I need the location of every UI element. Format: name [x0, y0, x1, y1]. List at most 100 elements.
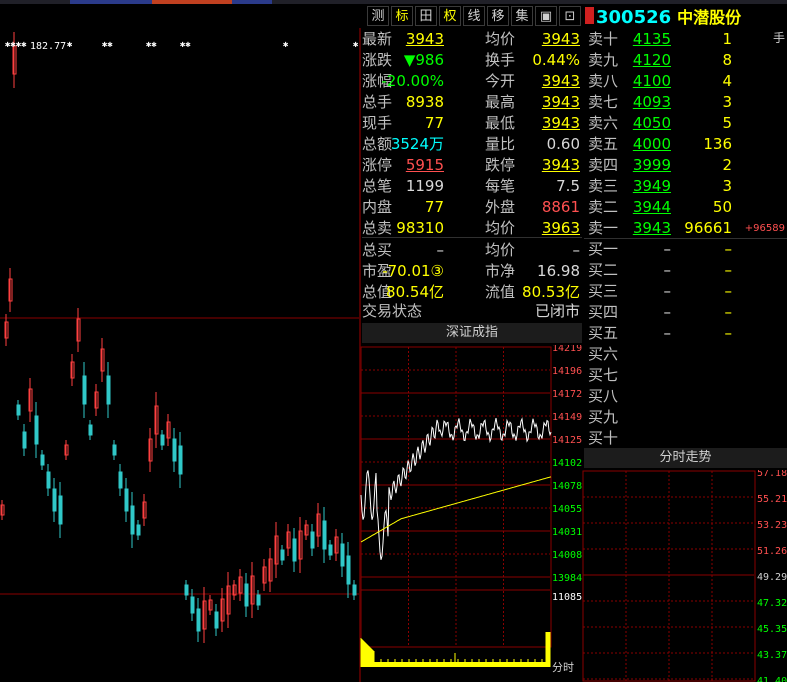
index-y-label: 14055 [552, 504, 582, 515]
quote-label: 最低 [485, 114, 516, 132]
kline-candle-body [130, 505, 135, 535]
index-y-label: 14031 [552, 527, 582, 538]
quote-value: 98310 [396, 219, 444, 237]
quote-label: 总卖 [362, 219, 393, 237]
orderbook-row: 卖十 4135 1 [588, 29, 787, 50]
toolbar-button-6[interactable]: 集 [511, 6, 533, 26]
orderbook-price: – [663, 240, 672, 258]
kline-candle-body [22, 431, 27, 449]
orderbook-row: 卖七 4093 3 [588, 92, 787, 113]
orderbook-row: 买四 – – [588, 302, 787, 323]
quote-label: 现手 [362, 114, 393, 132]
kline-candle-body [214, 611, 219, 629]
quote-row: 内盘 77 外盘 8861 [362, 197, 582, 218]
kline-candle-body [184, 584, 189, 596]
index-volume-label: 11085 [552, 592, 582, 603]
quote-label: 量比 [485, 135, 516, 153]
toolbar-button-8[interactable]: ⊡ [559, 6, 581, 26]
kline-candle-body [256, 594, 261, 606]
orderbook-row: 买五 – – [588, 323, 787, 344]
quote-label: 每笔 [485, 177, 516, 195]
toolbar-button-5[interactable]: 移 [487, 6, 509, 26]
index-y-label: 14172 [552, 389, 582, 400]
toolbar-button-4[interactable]: 线 [463, 6, 485, 26]
toolbar-button-3[interactable]: 权 [439, 6, 461, 26]
orderbook-row: 卖一 3943 96661 +96589 [588, 218, 787, 239]
quote-value: 16.98 [537, 262, 580, 280]
quote-value: 1199 [405, 177, 444, 195]
quote-value: 0.60 [546, 135, 580, 153]
orderbook-volume: 4 [722, 72, 732, 90]
quote-value: – [572, 241, 581, 259]
quote-value: 80.53亿 [522, 283, 580, 301]
orderbook-volume: 2 [722, 156, 732, 174]
quote-row: 总笔 1199 每笔 7.5 [362, 176, 582, 197]
quote-value: -70.01③ [382, 262, 444, 280]
orderbook-price: – [663, 324, 672, 342]
quote-value: ▼986 [403, 51, 444, 69]
orderbook-label: 买七 [588, 366, 619, 384]
kline-candle-body [310, 531, 315, 549]
orderbook-volume: 136 [703, 135, 732, 153]
orderbook-label: 卖八 [588, 72, 619, 90]
quote-value: 0.44% [532, 51, 580, 69]
toolbar-button-7[interactable]: ▣ [535, 6, 557, 26]
kline-chart[interactable]: 182.77 ✱✱✱✱ ✱ ✱✱ ✱✱ ✱✱ ✱ ✱ [0, 30, 360, 682]
quote-value: 77 [424, 198, 444, 216]
quote-label: 涨跌 [362, 51, 393, 69]
index-y-label: 14078 [552, 481, 582, 492]
kline-candle-body [178, 445, 183, 475]
orderbook-row: 买十 [588, 428, 787, 449]
orderbook-volume: 3 [722, 177, 732, 195]
orderbook-label: 买九 [588, 408, 619, 426]
orderbook-row: 卖八 4100 4 [588, 71, 787, 92]
orderbook-volume: 5 [722, 114, 732, 132]
quote-value: 3943 [541, 72, 580, 90]
index-y-label: 14196 [552, 366, 582, 377]
orderbook-price: 4135 [632, 30, 671, 48]
stock-title: 300526 中潜股份 [596, 4, 741, 28]
kline-candle-body [58, 495, 63, 525]
quote-label: 总买 [362, 241, 393, 259]
kline-candle-body [106, 375, 111, 405]
quote-value: – [436, 241, 445, 259]
toolbar-button-1[interactable]: 标 [391, 6, 413, 26]
svg-text:✱✱: ✱✱ [102, 40, 113, 50]
orderbook-price: 3943 [632, 219, 671, 237]
quote-value: 3943 [541, 30, 580, 48]
kline-candle-body [112, 444, 117, 456]
toolbar-button-2[interactable]: 田 [415, 6, 437, 26]
orderbook-label: 买四 [588, 303, 619, 321]
quote-value: 8938 [405, 93, 444, 111]
toolbar-button-0[interactable]: 测 [367, 6, 389, 26]
index-y-label: 14219 [552, 345, 582, 354]
index-y-label: 14149 [552, 412, 582, 423]
kline-candle-body [280, 549, 285, 561]
kline-candle-body [82, 375, 87, 405]
quote-value: 5915 [405, 156, 444, 174]
orderbook-row: 买三 – – [588, 281, 787, 302]
orderbook-volume: – [724, 324, 733, 342]
kline-candle-body [136, 524, 141, 536]
timeshare-panel-title[interactable]: 分时走势 [584, 448, 787, 468]
orderbook-price: 4100 [632, 72, 671, 90]
orderbook-row: 买一 – – [588, 239, 787, 260]
timeshare-chart[interactable]: 57.18 55.21 53.23 51.26 49.29 47.32 45.35 43.37… [582, 470, 787, 682]
index-chart[interactable]: 14219 14196 14172 14149 14125 14102 14078 14055… [360, 345, 584, 682]
kline-candle-body [352, 584, 357, 596]
quote-row: 涨停 5915 跌停 3943 [362, 155, 582, 176]
orderbook-volume: – [724, 303, 733, 321]
quote-label: 总手 [362, 93, 393, 111]
orderbook-price: 4050 [632, 114, 671, 132]
svg-text:✱: ✱ [67, 40, 73, 50]
orderbook-price: – [663, 261, 672, 279]
index-panel-title[interactable]: 深证成指 [362, 323, 582, 343]
orderbook-price: 3999 [632, 156, 671, 174]
svg-text:✱✱: ✱✱ [146, 40, 157, 50]
kline-candle-body [328, 544, 333, 556]
quote-value: 77 [424, 114, 444, 132]
quote-value: 3963 [541, 219, 580, 237]
market-badge [585, 7, 594, 24]
kline-candle-body [118, 471, 123, 489]
orderbook-label: 卖二 [588, 198, 619, 216]
